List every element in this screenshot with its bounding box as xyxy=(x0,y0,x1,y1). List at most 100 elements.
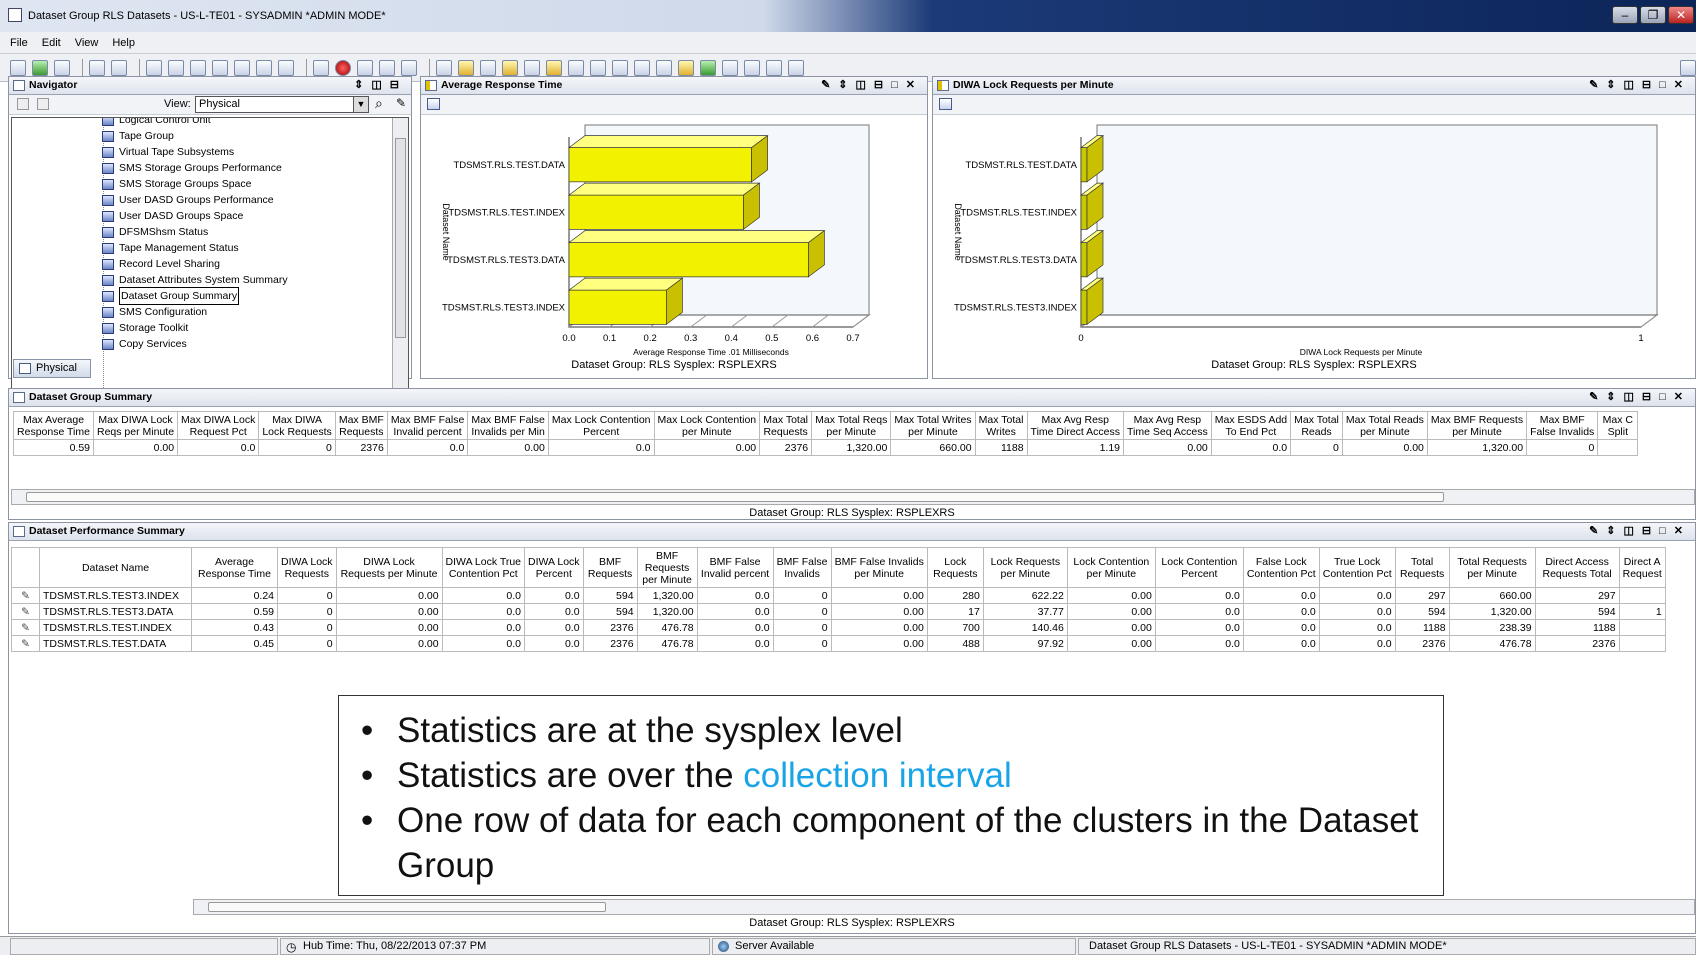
link-icon[interactable] xyxy=(278,59,294,76)
tree-item[interactable]: SMS Storage Groups Performance xyxy=(102,160,282,176)
message-log-icon[interactable] xyxy=(634,59,650,76)
tree-item[interactable]: SMS Storage Groups Space xyxy=(102,176,252,192)
sync-icon[interactable] xyxy=(17,98,29,110)
performance-scrollbar[interactable] xyxy=(193,899,1695,915)
gauge-icon[interactable] xyxy=(524,59,540,76)
column-header[interactable]: Max Total Reqs per Minute xyxy=(811,411,892,440)
link-icon[interactable]: ✎ xyxy=(21,590,30,602)
column-header[interactable]: DIWA Lock Requests per Minute xyxy=(335,547,443,588)
column-header[interactable]: Total Requests xyxy=(1394,547,1450,588)
tree-item[interactable]: Logical Control Unit xyxy=(102,118,211,128)
column-header[interactable]: Max Total Writes xyxy=(974,411,1028,440)
menu-edit[interactable]: Edit xyxy=(42,37,61,49)
column-header[interactable]: Max Avg Resp Time Seq Access xyxy=(1123,411,1212,440)
home-icon[interactable] xyxy=(10,59,26,76)
diwa-lock-controls[interactable]: ✎⇕◫⊟□✕ xyxy=(1589,77,1691,94)
table-row[interactable]: ✎ TDSMST.RLS.TEST.INDEX 0.43 0 0.00 0.0 0.0 237… xyxy=(11,619,1666,636)
column-header[interactable]: Max ESDS Add To End Pct xyxy=(1210,411,1292,440)
column-header[interactable]: Max DIWA Lock Reqs per Minute xyxy=(92,411,179,440)
query-icon[interactable] xyxy=(256,59,272,76)
tree-item[interactable]: Virtual Tape Subsystems xyxy=(102,144,234,160)
maximize-button[interactable]: ❐ xyxy=(1640,6,1666,24)
column-header[interactable]: BMF Requests xyxy=(582,547,638,588)
column-header[interactable]: Average Response Time xyxy=(191,547,278,588)
column-header[interactable]: Max DIWA Lock Requests xyxy=(258,411,336,440)
column-header[interactable]: Max BMF False Invalids per Min xyxy=(467,411,549,440)
tree-item[interactable]: Dataset Attributes System Summary xyxy=(102,272,288,288)
column-header[interactable]: BMF False Invalids per Minute xyxy=(830,547,928,588)
column-header[interactable]: BMF Requests per Minute xyxy=(636,547,698,588)
column-header[interactable] xyxy=(11,547,40,588)
new-icon[interactable] xyxy=(89,59,105,76)
column-header[interactable]: Max BMF False Invalids xyxy=(1526,411,1599,440)
close-button[interactable]: ✕ xyxy=(1668,6,1694,24)
edit-icon[interactable]: ✎ xyxy=(396,96,406,110)
column-header[interactable]: Lock Contention Percent xyxy=(1154,547,1244,588)
link-icon[interactable]: ✎ xyxy=(21,638,30,650)
column-header[interactable]: BMF False Invalids xyxy=(772,547,832,588)
browser-icon[interactable] xyxy=(722,59,738,76)
sound-icon[interactable] xyxy=(401,59,417,76)
scrollbar-thumb[interactable] xyxy=(395,138,406,338)
link-icon[interactable]: ✎ xyxy=(21,622,30,634)
performance-summary-controls[interactable]: ✎⇕◫⊟□✕ xyxy=(1589,523,1691,540)
scrollbar-thumb[interactable] xyxy=(26,492,1444,502)
column-header[interactable]: Max BMF False Invalid percent xyxy=(386,411,469,440)
avg-response-controls[interactable]: ✎⇕◫⊟□✕ xyxy=(821,77,923,94)
tree-item[interactable]: Record Level Sharing xyxy=(102,256,220,272)
tree-icon[interactable] xyxy=(37,98,49,110)
tab-physical[interactable]: Physical xyxy=(13,359,91,378)
column-header[interactable]: Direct Access Requests Total xyxy=(1534,547,1620,588)
navigator-controls[interactable]: ⇕◫⊟ xyxy=(354,77,407,94)
stop-icon[interactable] xyxy=(335,59,351,76)
column-header[interactable]: Max Total Reads per Minute xyxy=(1341,411,1428,440)
column-header[interactable]: Max C Split xyxy=(1597,411,1639,440)
save-icon[interactable] xyxy=(111,59,127,76)
area-chart-icon[interactable] xyxy=(502,59,518,76)
event-console-icon[interactable] xyxy=(612,59,628,76)
history-icon[interactable] xyxy=(190,59,206,76)
edit-workspace-icon[interactable] xyxy=(168,59,184,76)
users-icon[interactable] xyxy=(234,59,250,76)
properties-icon[interactable] xyxy=(939,98,952,110)
column-header[interactable]: Lock Contention per Minute xyxy=(1066,547,1156,588)
column-header[interactable]: Max Lock Contention per Minute xyxy=(653,411,761,440)
table-icon[interactable] xyxy=(590,59,606,76)
column-header[interactable]: Max DIWA Lock Request Pct xyxy=(177,411,260,440)
properties-icon[interactable] xyxy=(212,59,228,76)
search-icon[interactable]: ⌕ xyxy=(375,95,383,112)
tree-item[interactable]: SMS Configuration xyxy=(102,304,207,320)
table-row[interactable]: ✎ TDSMST.RLS.TEST3.DATA 0.59 0 0.00 0.0 0.0 594… xyxy=(11,603,1666,620)
situation-icon[interactable] xyxy=(436,59,452,76)
column-header[interactable]: DIWA Lock Percent xyxy=(524,547,584,588)
table-row[interactable]: ✎ TDSMST.RLS.TEST3.INDEX 0.24 0 0.00 0.0 0.0 59… xyxy=(11,587,1666,604)
column-header[interactable]: Direct A Request xyxy=(1618,547,1666,588)
group-summary-controls[interactable]: ✎⇕◫⊟□✕ xyxy=(1589,389,1691,406)
chevron-down-icon[interactable]: ▼ xyxy=(353,97,368,112)
column-header[interactable]: Dataset Name xyxy=(39,547,192,588)
tree-item[interactable]: User DASD Groups Space xyxy=(102,208,243,224)
column-header[interactable]: Max Total Reads xyxy=(1290,411,1343,440)
layout-icon[interactable] xyxy=(788,59,804,76)
column-header[interactable]: DIWA Lock True Contention Pct xyxy=(441,547,526,588)
terminal-icon[interactable] xyxy=(700,59,716,76)
tree-item[interactable]: User DASD Groups Performance xyxy=(102,192,274,208)
view-select[interactable]: Physical ▼ xyxy=(195,96,369,113)
forward-icon[interactable] xyxy=(54,59,70,76)
lightning-icon[interactable] xyxy=(678,59,694,76)
tree-item[interactable]: DFSMShsm Status xyxy=(102,224,208,240)
table-row[interactable]: ✎ TDSMST.RLS.TEST.DATA 0.45 0 0.00 0.0 0.0 2376… xyxy=(11,635,1666,652)
column-header[interactable]: False Lock Contention Pct xyxy=(1242,547,1320,588)
pie-chart-icon[interactable] xyxy=(546,59,562,76)
workspace-icon[interactable] xyxy=(146,59,162,76)
bar-chart-icon[interactable] xyxy=(458,59,474,76)
scrollbar-thumb[interactable] xyxy=(208,902,606,912)
column-header[interactable]: Max Total Writes per Minute xyxy=(890,411,976,440)
column-header[interactable]: Lock Requests per Minute xyxy=(982,547,1068,588)
link-wizard-icon[interactable] xyxy=(357,59,373,76)
column-header[interactable]: Max BMF Requests per Minute xyxy=(1426,411,1528,440)
column-header[interactable]: DIWA Lock Requests xyxy=(277,547,337,588)
navigator-scrollbar[interactable] xyxy=(392,118,408,434)
column-header[interactable]: Max Total Requests xyxy=(759,411,813,440)
column-header[interactable]: BMF False Invalid percent xyxy=(696,547,774,588)
